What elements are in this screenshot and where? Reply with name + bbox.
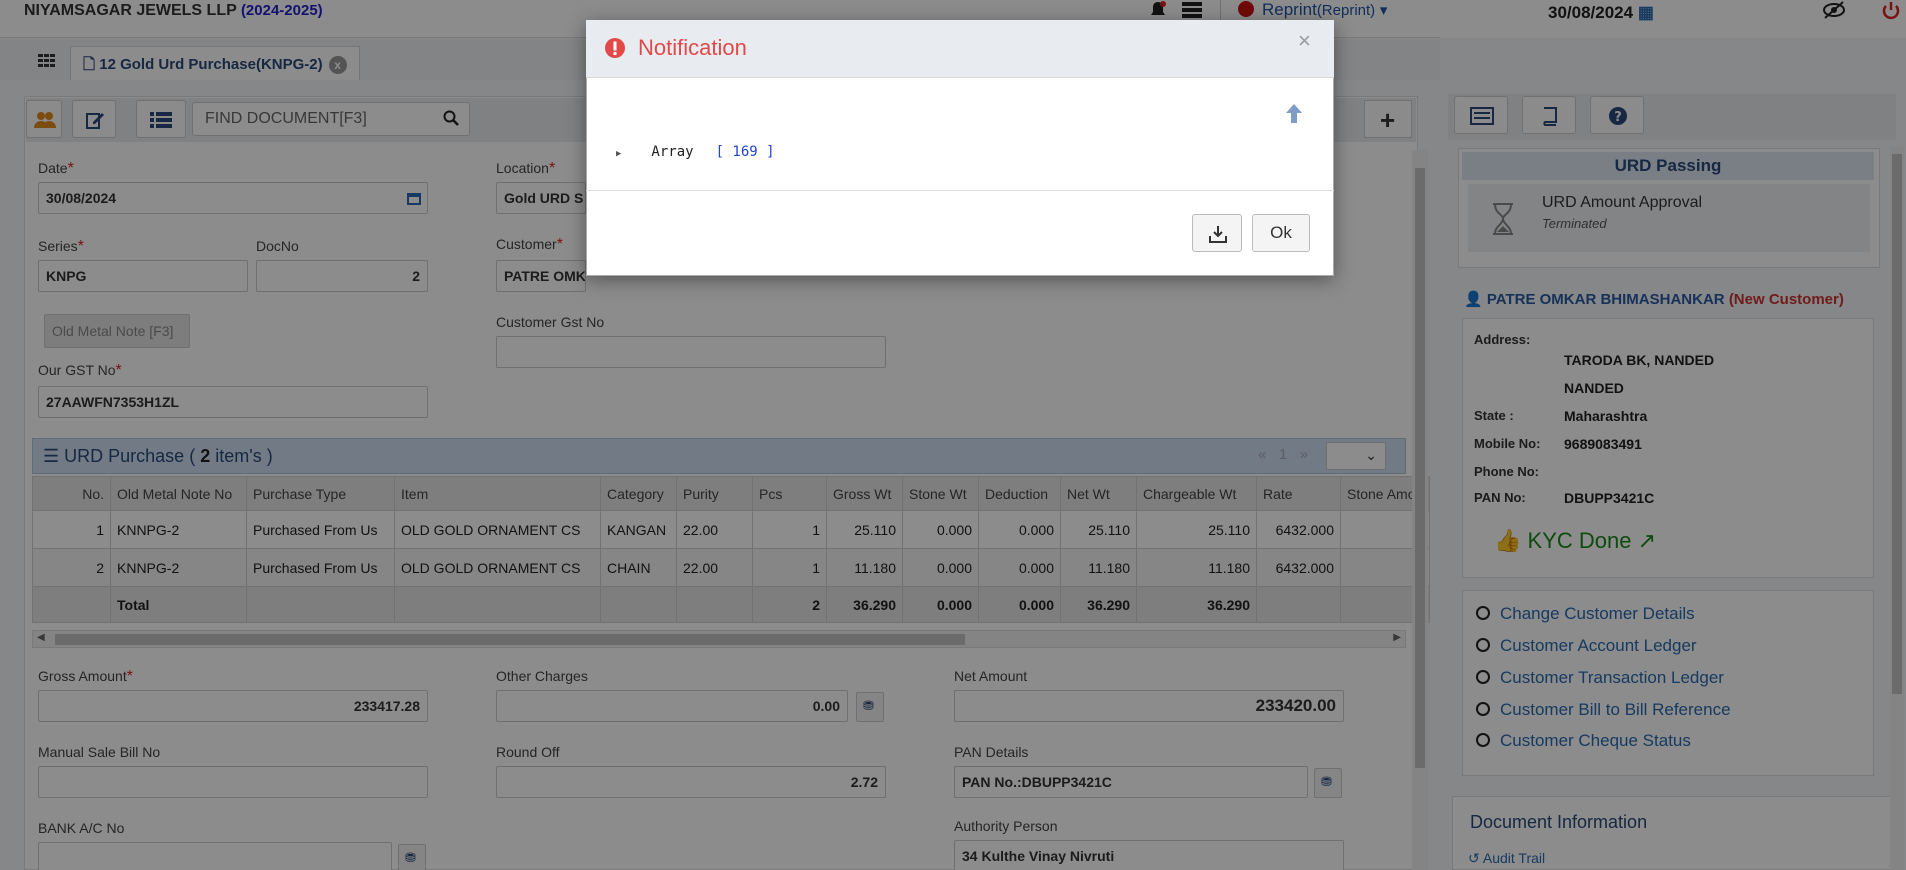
download-button[interactable] — [1192, 214, 1242, 252]
array-viewer[interactable]: ▶ Array [ 169 ] — [616, 144, 775, 160]
array-label: Array — [651, 144, 694, 160]
notification-title: Notification — [638, 35, 747, 60]
close-icon[interactable]: × — [1298, 28, 1311, 54]
array-count: [ 169 ] — [715, 144, 775, 160]
download-icon — [1209, 226, 1227, 243]
modal-divider — [586, 190, 1334, 191]
expand-triangle-icon[interactable]: ▶ — [616, 149, 621, 159]
ok-button[interactable]: Ok — [1252, 214, 1310, 252]
exclamation-circle-icon — [605, 38, 625, 58]
arrow-up-icon[interactable] — [1284, 102, 1304, 124]
